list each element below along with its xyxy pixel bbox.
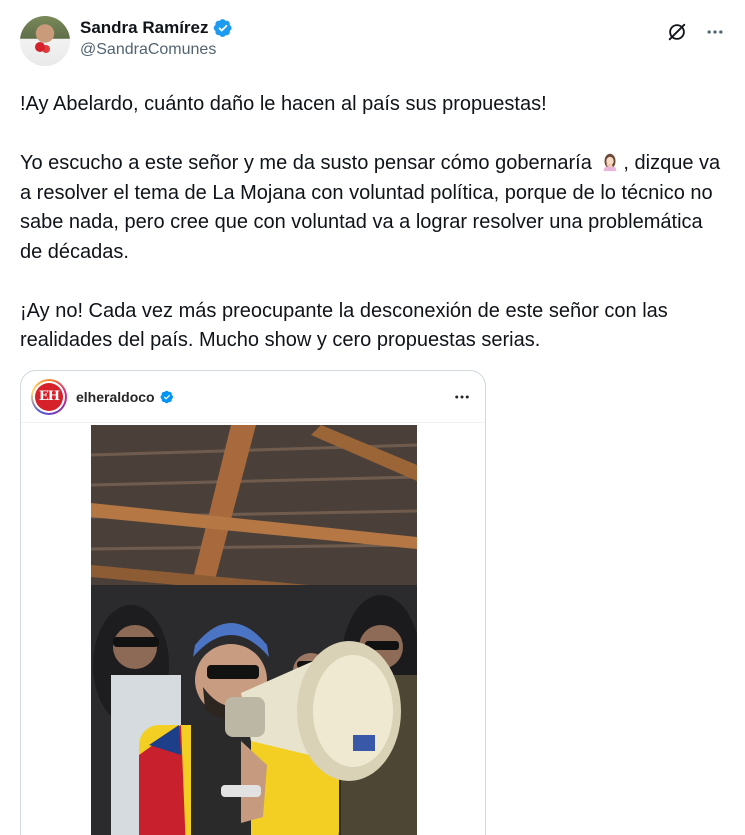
embedded-more-icon[interactable] [453,388,471,406]
video-thumbnail[interactable] [91,425,417,835]
woman-facepalming-emoji [603,153,617,172]
embedded-post-header: EH elheraldoco [21,371,485,423]
tweet-card: Sandra Ramírez @SandraComunes !Ay Abelar… [0,0,745,835]
grok-icon[interactable] [665,20,689,44]
elheraldo-avatar[interactable]: EH [31,378,67,415]
embedded-verified-icon [160,390,173,403]
display-name[interactable]: Sandra Ramírez [80,18,209,38]
avatar-flower-decoration [35,42,45,52]
elheraldo-logo-text: EH [35,382,63,411]
header-actions [665,20,727,44]
tweet-paragraph-2-start: Yo escucho a este señor y me da susto pe… [20,152,592,174]
tweet-text: !Ay Abelardo, cuánto daño le hacen al pa… [20,90,725,356]
embedded-account-name[interactable]: elheraldoco [76,389,155,405]
embedded-post[interactable]: EH elheraldoco [20,370,486,835]
name-row: Sandra Ramírez [80,18,233,38]
user-info: Sandra Ramírez @SandraComunes [80,18,233,59]
tweet-paragraph-2: Yo escucho a este señor y me da susto pe… [20,149,725,267]
tweet-paragraph-3: ¡Ay no! Cada vez más preocupante la desc… [20,299,668,352]
tweet-paragraph-1: !Ay Abelardo, cuánto daño le hacen al pa… [20,93,547,115]
avatar[interactable] [20,16,70,66]
tweet-header: Sandra Ramírez @SandraComunes [20,16,727,68]
more-icon[interactable] [703,20,727,44]
verified-badge-icon[interactable] [213,18,233,38]
user-handle[interactable]: @SandraComunes [80,41,233,59]
